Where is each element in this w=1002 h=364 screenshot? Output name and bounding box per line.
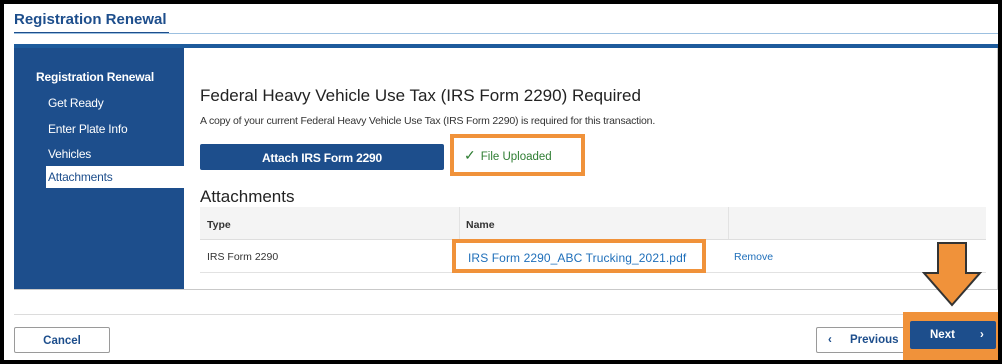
attachment-type: IRS Form 2290 bbox=[207, 251, 279, 263]
column-divider bbox=[728, 207, 729, 239]
upload-status-highlight: ✓ File Uploaded bbox=[450, 134, 585, 176]
previous-button-label: Previous bbox=[850, 334, 899, 346]
attach-irs-form-button[interactable]: Attach IRS Form 2290 bbox=[200, 144, 444, 170]
sidebar-item-enter-plate-info[interactable]: Enter Plate Info bbox=[48, 122, 128, 136]
previous-button[interactable]: ‹ Previous bbox=[816, 327, 906, 353]
sidebar: Registration Renewal Get Ready Enter Pla… bbox=[14, 48, 184, 289]
upload-status-text: File Uploaded bbox=[480, 151, 552, 163]
down-arrow-icon bbox=[922, 242, 982, 307]
sidebar-heading: Registration Renewal bbox=[36, 70, 155, 84]
upload-status: ✓ File Uploaded bbox=[464, 147, 552, 164]
chevron-right-icon: › bbox=[980, 329, 984, 341]
remove-attachment-link[interactable]: Remove bbox=[734, 251, 773, 263]
attachments-heading: Attachments bbox=[200, 187, 295, 206]
next-button[interactable]: Next › bbox=[910, 321, 996, 349]
file-link-highlight: IRS Form 2290_ABC Trucking_2021.pdf bbox=[452, 239, 706, 273]
chevron-left-icon: ‹ bbox=[828, 334, 832, 346]
page-title: Registration Renewal bbox=[14, 8, 169, 34]
sidebar-item-vehicles[interactable]: Vehicles bbox=[48, 147, 91, 161]
footer-divider bbox=[14, 314, 998, 315]
section-title: Federal Heavy Vehicle Use Tax (IRS Form … bbox=[200, 86, 641, 105]
table-header: Type Name bbox=[200, 207, 986, 240]
page-frame: Registration Renewal Registration Renewa… bbox=[4, 4, 998, 360]
sidebar-item-label: Attachments bbox=[48, 170, 113, 184]
next-button-label: Next bbox=[930, 329, 955, 341]
column-divider bbox=[459, 207, 460, 239]
cancel-button[interactable]: Cancel bbox=[14, 327, 110, 353]
column-header-name: Name bbox=[466, 219, 495, 231]
attachment-file-link[interactable]: IRS Form 2290_ABC Trucking_2021.pdf bbox=[468, 251, 686, 265]
column-header-type: Type bbox=[207, 219, 231, 231]
sidebar-item-get-ready[interactable]: Get Ready bbox=[48, 96, 104, 110]
intro-text: A copy of your current Federal Heavy Veh… bbox=[200, 115, 656, 127]
title-divider bbox=[14, 33, 998, 34]
check-icon: ✓ bbox=[464, 147, 476, 163]
sidebar-item-attachments[interactable]: Attachments bbox=[46, 166, 184, 188]
